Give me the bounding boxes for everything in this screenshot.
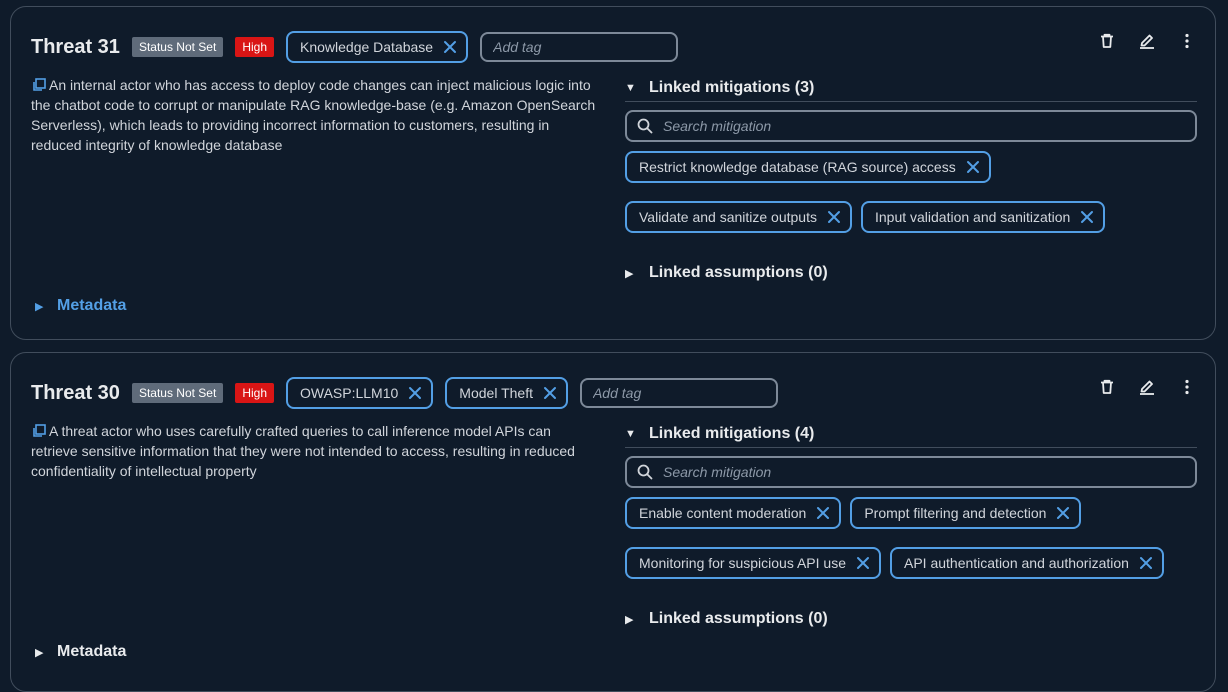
tag-label: Model Theft xyxy=(459,385,533,401)
close-icon[interactable] xyxy=(1139,556,1153,570)
mitigation-label: Restrict knowledge database (RAG source)… xyxy=(639,159,956,175)
mitigation-label: Enable content moderation xyxy=(639,505,807,521)
threat-statement: A threat actor who uses carefully crafte… xyxy=(31,421,596,481)
divider xyxy=(625,101,1197,102)
priority-badge[interactable]: High xyxy=(235,383,274,403)
trash-icon[interactable] xyxy=(1097,31,1117,51)
caret-right-icon: ▶ xyxy=(625,267,634,280)
tag-token: Knowledge Database xyxy=(286,31,469,63)
mitigation-label: Prompt filtering and detection xyxy=(864,505,1047,521)
pencil-icon[interactable] xyxy=(1137,377,1157,397)
statement-text: An internal actor who has access to depl… xyxy=(31,77,596,153)
status-badge[interactable]: Status Not Set xyxy=(131,383,224,403)
linked-assumptions-label: Linked assumptions (0) xyxy=(649,610,828,627)
more-vertical-icon[interactable] xyxy=(1177,377,1197,397)
caret-right-icon: ▶ xyxy=(35,300,44,313)
search-mitigation-input[interactable] xyxy=(661,117,1185,135)
search-mitigation-input[interactable] xyxy=(661,463,1185,481)
caret-right-icon: ▶ xyxy=(35,646,44,659)
linked-mitigations-toggle[interactable]: ▼ Linked mitigations (4) xyxy=(625,425,1197,443)
close-icon[interactable] xyxy=(1056,506,1070,520)
priority-badge[interactable]: High xyxy=(235,37,274,57)
linked-assumptions-toggle[interactable]: ▶ Linked assumptions (0) xyxy=(625,610,1197,628)
linked-assumptions-label: Linked assumptions (0) xyxy=(649,264,828,281)
metadata-toggle[interactable]: ▶ Metadata xyxy=(35,643,126,661)
mitigation-token: Monitoring for suspicious API use xyxy=(625,547,881,579)
mitigation-label: Input validation and sanitization xyxy=(874,209,1071,225)
metadata-label: Metadata xyxy=(57,297,127,314)
tag-token: OWASP:LLM10 xyxy=(286,377,434,409)
threat-header: Threat 31 Status Not Set High Knowledge … xyxy=(31,31,679,63)
linked-assumptions-toggle[interactable]: ▶ Linked assumptions (0) xyxy=(625,264,1197,282)
mitigation-token: API authentication and authorization xyxy=(890,547,1164,579)
tag-token: Model Theft xyxy=(445,377,568,409)
threat-card: Threat 31 Status Not Set High Knowledge … xyxy=(10,6,1216,340)
mitigation-search[interactable] xyxy=(625,110,1197,142)
caret-right-icon: ▶ xyxy=(625,613,634,626)
mitigation-label: API authentication and authorization xyxy=(904,555,1129,571)
mitigation-token: Validate and sanitize outputs xyxy=(625,201,852,233)
metadata-label: Metadata xyxy=(57,643,127,660)
tag-label: OWASP:LLM10 xyxy=(300,385,399,401)
mitigation-tokens: Enable content moderation Prompt filteri… xyxy=(625,497,1197,579)
mitigation-tokens: Restrict knowledge database (RAG source)… xyxy=(625,151,1197,233)
search-icon xyxy=(637,464,653,480)
search-icon xyxy=(637,118,653,134)
copy-icon[interactable] xyxy=(31,424,47,438)
mitigation-label: Monitoring for suspicious API use xyxy=(639,555,846,571)
add-tag-input[interactable] xyxy=(480,32,679,62)
mitigation-token: Prompt filtering and detection xyxy=(850,497,1082,529)
close-icon[interactable] xyxy=(827,210,841,224)
pencil-icon[interactable] xyxy=(1137,31,1157,51)
close-icon[interactable] xyxy=(1080,210,1094,224)
mitigation-token: Restrict knowledge database (RAG source)… xyxy=(625,151,991,183)
trash-icon[interactable] xyxy=(1097,377,1117,397)
linked-panel: ▼ Linked mitigations (3) Restrict knowle… xyxy=(625,79,1197,282)
linked-panel: ▼ Linked mitigations (4) Enable content … xyxy=(625,425,1197,628)
statement-text: A threat actor who uses carefully crafte… xyxy=(31,423,575,479)
mitigation-token: Enable content moderation xyxy=(625,497,842,529)
threat-statement: An internal actor who has access to depl… xyxy=(31,75,596,155)
metadata-toggle[interactable]: ▶ Metadata xyxy=(35,297,126,315)
mitigation-search[interactable] xyxy=(625,456,1197,488)
close-icon[interactable] xyxy=(966,160,980,174)
linked-mitigations-label: Linked mitigations (4) xyxy=(649,425,815,442)
close-icon[interactable] xyxy=(543,386,557,400)
more-vertical-icon[interactable] xyxy=(1177,31,1197,51)
close-icon[interactable] xyxy=(816,506,830,520)
mitigation-label: Validate and sanitize outputs xyxy=(639,209,817,225)
caret-down-icon: ▼ xyxy=(625,82,636,94)
copy-icon[interactable] xyxy=(31,78,47,92)
threat-title: Threat 30 xyxy=(31,381,120,404)
threat-card: Threat 30 Status Not Set High OWASP:LLM1… xyxy=(10,352,1216,692)
tag-label: Knowledge Database xyxy=(300,39,434,55)
linked-mitigations-toggle[interactable]: ▼ Linked mitigations (3) xyxy=(625,79,1197,97)
status-badge[interactable]: Status Not Set xyxy=(131,37,224,57)
threat-title: Threat 31 xyxy=(31,35,120,58)
close-icon[interactable] xyxy=(408,386,422,400)
close-icon[interactable] xyxy=(856,556,870,570)
add-tag-input[interactable] xyxy=(579,378,778,408)
divider xyxy=(625,447,1197,448)
mitigation-token: Input validation and sanitization xyxy=(860,201,1106,233)
close-icon[interactable] xyxy=(443,40,457,54)
linked-mitigations-label: Linked mitigations (3) xyxy=(649,79,815,96)
threat-header: Threat 30 Status Not Set High OWASP:LLM1… xyxy=(31,377,778,409)
card-actions xyxy=(1097,31,1197,51)
caret-down-icon: ▼ xyxy=(625,428,636,440)
card-actions xyxy=(1097,377,1197,397)
